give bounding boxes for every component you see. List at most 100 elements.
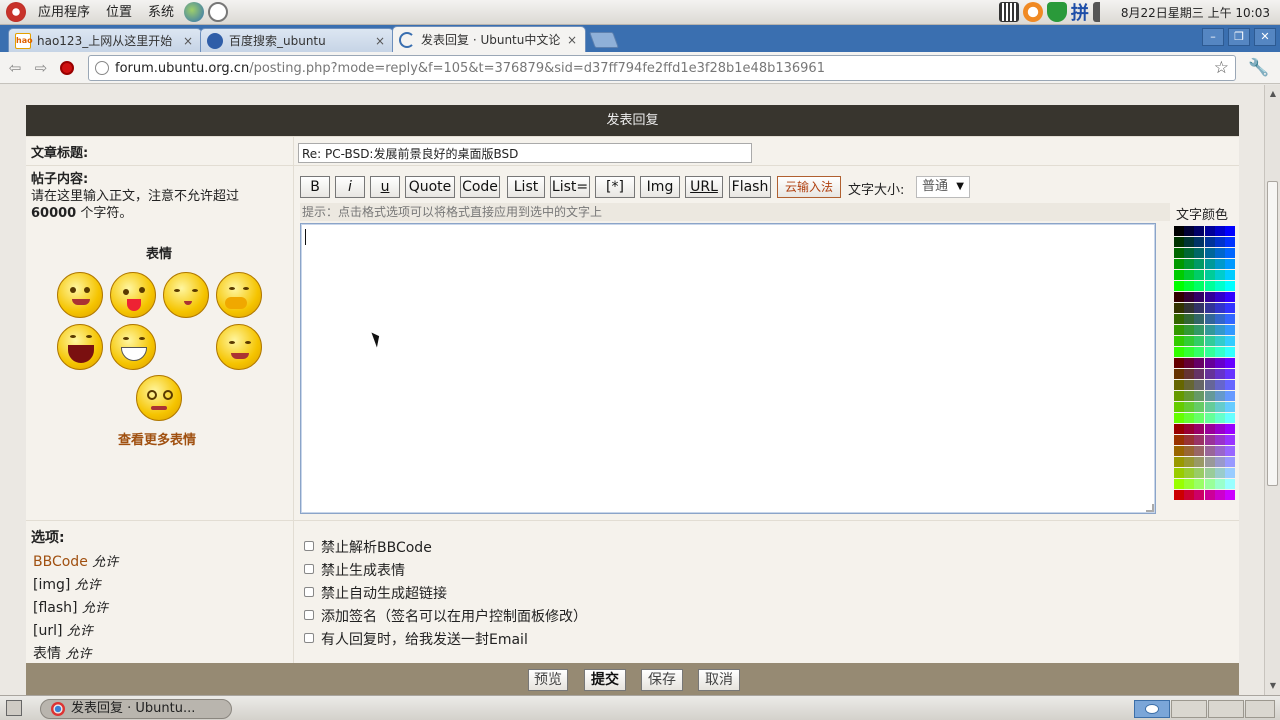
color-swatch[interactable] (1194, 457, 1204, 467)
maximize-button[interactable]: ❐ (1228, 28, 1250, 46)
color-swatch[interactable] (1194, 358, 1204, 368)
color-swatch[interactable] (1205, 237, 1215, 247)
color-swatch[interactable] (1174, 259, 1184, 269)
color-swatch[interactable] (1225, 446, 1235, 456)
color-swatch[interactable] (1194, 413, 1204, 423)
color-swatch[interactable] (1184, 358, 1194, 368)
color-swatch[interactable] (1215, 325, 1225, 335)
color-swatch[interactable] (1184, 435, 1194, 445)
applications-menu[interactable]: 应用程序 (30, 0, 98, 25)
color-swatch[interactable] (1225, 336, 1235, 346)
disable-smilies-checkbox[interactable] (304, 564, 314, 574)
color-swatch[interactable] (1174, 237, 1184, 247)
color-swatch[interactable] (1194, 402, 1204, 412)
color-swatch[interactable] (1205, 490, 1215, 500)
color-swatch[interactable] (1205, 402, 1215, 412)
color-swatch[interactable] (1174, 325, 1184, 335)
color-swatch[interactable] (1194, 303, 1204, 313)
color-swatch[interactable] (1174, 336, 1184, 346)
security-shield-icon[interactable] (1046, 2, 1067, 22)
ubuntu-logo-icon[interactable] (6, 2, 26, 22)
color-swatch[interactable] (1215, 226, 1225, 236)
disable-magic-url-checkbox[interactable] (304, 587, 314, 597)
color-swatch[interactable] (1194, 446, 1204, 456)
color-swatch[interactable] (1174, 413, 1184, 423)
color-swatch[interactable] (1184, 237, 1194, 247)
color-swatch[interactable] (1215, 468, 1225, 478)
cancel-button[interactable]: 取消 (698, 669, 740, 691)
color-swatch[interactable] (1215, 424, 1225, 434)
more-smilies-link[interactable]: 查看更多表情 (118, 432, 196, 449)
color-swatch[interactable] (1215, 413, 1225, 423)
color-swatch[interactable] (1225, 259, 1235, 269)
color-swatch[interactable] (1215, 292, 1225, 302)
color-swatch[interactable] (1184, 292, 1194, 302)
color-swatch[interactable] (1194, 314, 1204, 324)
color-swatch[interactable] (1194, 479, 1204, 489)
workspace-4[interactable] (1245, 700, 1275, 718)
web-browser-launcher-icon[interactable] (184, 2, 205, 22)
font-size-select[interactable]: 普通 ▼ (916, 176, 970, 198)
email-launcher-icon[interactable] (208, 2, 229, 22)
color-swatch[interactable] (1215, 380, 1225, 390)
color-swatch[interactable] (1174, 292, 1184, 302)
color-swatch[interactable] (1215, 248, 1225, 258)
color-swatch[interactable] (1205, 248, 1215, 258)
color-swatch[interactable] (1184, 369, 1194, 379)
color-swatch[interactable] (1184, 402, 1194, 412)
color-swatch[interactable] (1205, 435, 1215, 445)
color-swatch[interactable] (1205, 446, 1215, 456)
color-swatch[interactable] (1225, 303, 1235, 313)
color-swatch[interactable] (1184, 336, 1194, 346)
url-button[interactable]: URL (685, 176, 723, 198)
color-swatch[interactable] (1205, 336, 1215, 346)
smiley-big-laugh[interactable] (57, 324, 103, 370)
color-swatch[interactable] (1174, 347, 1184, 357)
color-swatch[interactable] (1215, 270, 1225, 280)
message-textarea[interactable] (300, 223, 1156, 514)
color-swatch[interactable] (1205, 369, 1215, 379)
color-swatch[interactable] (1194, 259, 1204, 269)
color-swatch[interactable] (1174, 479, 1184, 489)
resize-grip-icon[interactable] (1146, 504, 1154, 512)
color-swatch[interactable] (1205, 281, 1215, 291)
color-swatch[interactable] (1225, 314, 1235, 324)
color-swatch[interactable] (1174, 248, 1184, 258)
disable-bbcode-checkbox[interactable] (304, 541, 314, 551)
workspace-1[interactable] (1134, 700, 1170, 718)
scroll-up-arrow-icon[interactable]: ▲ (1268, 89, 1278, 98)
color-swatch[interactable] (1205, 314, 1215, 324)
color-swatch[interactable] (1194, 248, 1204, 258)
smiley-tongue[interactable] (110, 272, 156, 318)
color-swatch[interactable] (1225, 490, 1235, 500)
disable-bbcode-label[interactable]: 禁止解析BBCode (321, 537, 432, 557)
color-swatch[interactable] (1225, 391, 1235, 401)
address-bar[interactable]: forum.ubuntu.org.cn/posting.php?mode=rep… (88, 55, 1236, 81)
color-swatch[interactable] (1215, 391, 1225, 401)
smiley-sweat-grin[interactable] (110, 324, 156, 370)
color-swatch[interactable] (1215, 479, 1225, 489)
color-swatch[interactable] (1215, 281, 1225, 291)
color-palette[interactable] (1174, 226, 1235, 501)
color-swatch[interactable] (1194, 336, 1204, 346)
places-menu[interactable]: 位置 (98, 0, 140, 25)
color-swatch[interactable] (1215, 336, 1225, 346)
color-swatch[interactable] (1184, 446, 1194, 456)
color-swatch[interactable] (1225, 402, 1235, 412)
wrench-menu-icon[interactable]: 🔧 (1248, 58, 1269, 78)
code-button[interactable]: Code (460, 176, 500, 198)
color-swatch[interactable] (1194, 380, 1204, 390)
color-swatch[interactable] (1174, 490, 1184, 500)
scrollbar-thumb[interactable] (1267, 181, 1278, 486)
color-swatch[interactable] (1225, 226, 1235, 236)
color-swatch[interactable] (1174, 424, 1184, 434)
color-swatch[interactable] (1174, 270, 1184, 280)
stop-icon[interactable] (56, 57, 78, 79)
color-swatch[interactable] (1194, 325, 1204, 335)
color-swatch[interactable] (1205, 347, 1215, 357)
list-button[interactable]: List (507, 176, 545, 198)
color-swatch[interactable] (1194, 468, 1204, 478)
color-swatch[interactable] (1194, 424, 1204, 434)
notify-reply-label[interactable]: 有人回复时，给我发送一封Email (321, 629, 528, 649)
color-swatch[interactable] (1174, 303, 1184, 313)
